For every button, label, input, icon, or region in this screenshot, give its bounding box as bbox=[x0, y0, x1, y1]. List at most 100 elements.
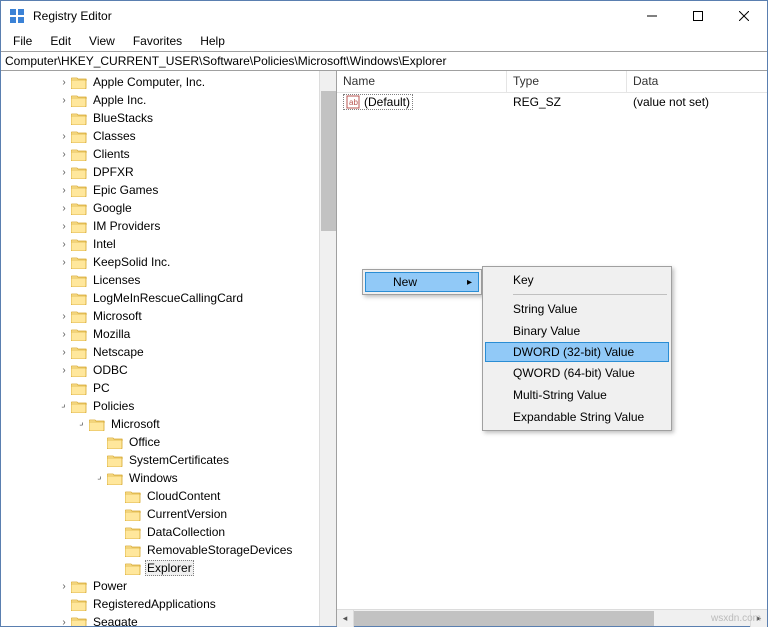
chevron-right-icon: ▸ bbox=[467, 277, 472, 288]
tree-item[interactable]: ›IM Providers bbox=[3, 217, 336, 235]
context-submenu-new[interactable]: Key String ValueBinary ValueDWORD (32-bit… bbox=[482, 266, 672, 431]
tree-item[interactable]: ›DPFXR bbox=[3, 163, 336, 181]
tree-item-label: Clients bbox=[91, 147, 132, 161]
chevron-right-icon[interactable]: › bbox=[57, 581, 71, 592]
tree-item[interactable]: LogMeInRescueCallingCard bbox=[3, 289, 336, 307]
menu-view[interactable]: View bbox=[81, 32, 123, 50]
tree-item-label: Microsoft bbox=[109, 417, 162, 431]
tree-item[interactable]: › Microsoft bbox=[3, 415, 336, 433]
folder-icon bbox=[71, 238, 87, 251]
string-value-icon: ab bbox=[346, 95, 360, 109]
hscroll-thumb[interactable] bbox=[354, 611, 654, 626]
tree-item-label: Intel bbox=[91, 237, 118, 251]
address-bar[interactable]: Computer\HKEY_CURRENT_USER\Software\Poli… bbox=[1, 51, 767, 71]
chevron-right-icon[interactable]: › bbox=[57, 203, 71, 214]
tree-item[interactable]: Licenses bbox=[3, 271, 336, 289]
chevron-right-icon[interactable]: › bbox=[57, 131, 71, 142]
tree-item[interactable]: RegisteredApplications bbox=[3, 595, 336, 613]
folder-icon bbox=[89, 418, 105, 431]
submenu-item[interactable]: Binary Value bbox=[485, 320, 669, 342]
tree-item[interactable]: ›Microsoft bbox=[3, 307, 336, 325]
chevron-down-icon[interactable]: › bbox=[57, 401, 71, 412]
list-header[interactable]: Name Type Data bbox=[337, 71, 767, 93]
chevron-right-icon[interactable]: › bbox=[57, 311, 71, 322]
hscroll-track[interactable] bbox=[354, 610, 750, 626]
tree-item[interactable]: SystemCertificates bbox=[3, 451, 336, 469]
svg-text:ab: ab bbox=[349, 98, 358, 107]
maximize-button[interactable] bbox=[675, 1, 721, 30]
tree-item-label: RegisteredApplications bbox=[91, 597, 218, 611]
title-bar: Registry Editor bbox=[1, 1, 767, 31]
chevron-right-icon[interactable]: › bbox=[57, 365, 71, 376]
folder-icon bbox=[71, 94, 87, 107]
tree-item-label: ODBC bbox=[91, 363, 130, 377]
tree-item[interactable]: ›Epic Games bbox=[3, 181, 336, 199]
hscroll-left-arrow[interactable]: ◂ bbox=[337, 610, 354, 627]
submenu-item[interactable]: Key bbox=[485, 269, 669, 291]
chevron-right-icon[interactable]: › bbox=[57, 95, 71, 106]
chevron-right-icon[interactable]: › bbox=[57, 149, 71, 160]
tree-item[interactable]: ›Classes bbox=[3, 127, 336, 145]
context-menu-new[interactable]: New ▸ bbox=[365, 272, 479, 292]
menu-bar: FileEditViewFavoritesHelp bbox=[1, 31, 767, 51]
tree-item[interactable]: ›Power bbox=[3, 577, 336, 595]
tree-item[interactable]: ›Apple Computer, Inc. bbox=[3, 73, 336, 91]
minimize-button[interactable] bbox=[629, 1, 675, 30]
submenu-item[interactable]: Expandable String Value bbox=[485, 406, 669, 428]
folder-icon bbox=[71, 616, 87, 627]
chevron-right-icon[interactable]: › bbox=[57, 329, 71, 340]
tree-item[interactable]: CurrentVersion bbox=[3, 505, 336, 523]
col-type[interactable]: Type bbox=[507, 71, 627, 92]
context-menu-new-label: New bbox=[393, 275, 417, 289]
col-name[interactable]: Name bbox=[337, 71, 507, 92]
folder-icon bbox=[71, 202, 87, 215]
tree-item[interactable]: ›Apple Inc. bbox=[3, 91, 336, 109]
tree-item[interactable]: ›Policies bbox=[3, 397, 336, 415]
folder-icon bbox=[71, 328, 87, 341]
tree-item[interactable]: CloudContent bbox=[3, 487, 336, 505]
tree-item[interactable]: ›Windows bbox=[3, 469, 336, 487]
col-data[interactable]: Data bbox=[627, 71, 767, 92]
chevron-down-icon[interactable]: › bbox=[75, 419, 89, 430]
tree-item[interactable]: › ODBC bbox=[3, 361, 336, 379]
chevron-right-icon[interactable]: › bbox=[57, 77, 71, 88]
chevron-down-icon[interactable]: › bbox=[93, 473, 107, 484]
menu-help[interactable]: Help bbox=[192, 32, 233, 50]
menu-file[interactable]: File bbox=[5, 32, 40, 50]
folder-icon bbox=[71, 130, 87, 143]
value-name: (Default) bbox=[364, 95, 410, 109]
submenu-item[interactable]: DWORD (32-bit) Value bbox=[485, 342, 669, 362]
tree-item[interactable]: ›Google bbox=[3, 199, 336, 217]
submenu-item[interactable]: String Value bbox=[485, 298, 669, 320]
submenu-item[interactable]: Multi-String Value bbox=[485, 384, 669, 406]
chevron-right-icon[interactable]: › bbox=[57, 167, 71, 178]
submenu-item[interactable]: QWORD (64-bit) Value bbox=[485, 362, 669, 384]
chevron-right-icon[interactable]: › bbox=[57, 185, 71, 196]
menu-favorites[interactable]: Favorites bbox=[125, 32, 190, 50]
chevron-right-icon[interactable]: › bbox=[57, 239, 71, 250]
chevron-right-icon[interactable]: › bbox=[57, 347, 71, 358]
tree-item[interactable]: Office bbox=[3, 433, 336, 451]
chevron-right-icon[interactable]: › bbox=[57, 221, 71, 232]
chevron-right-icon[interactable]: › bbox=[57, 257, 71, 268]
tree-item[interactable]: ›Seagate bbox=[3, 613, 336, 626]
tree-item[interactable]: ›KeepSolid Inc. bbox=[3, 253, 336, 271]
tree-item[interactable]: ›Netscape bbox=[3, 343, 336, 361]
tree-item[interactable]: BlueStacks bbox=[3, 109, 336, 127]
tree-item[interactable]: › Intel bbox=[3, 235, 336, 253]
tree-scrollbar[interactable] bbox=[319, 71, 336, 626]
tree-item[interactable]: › Clients bbox=[3, 145, 336, 163]
tree-item[interactable]: PC bbox=[3, 379, 336, 397]
list-hscrollbar[interactable]: ◂ ▸ bbox=[337, 609, 767, 626]
tree-item[interactable]: DataCollection bbox=[3, 523, 336, 541]
tree-scroll-thumb[interactable] bbox=[321, 91, 336, 231]
registry-tree[interactable]: ›Apple Computer, Inc.›Apple Inc.BlueStac… bbox=[1, 71, 336, 626]
context-menu-parent[interactable]: New ▸ bbox=[362, 269, 482, 295]
tree-item[interactable]: ›Mozilla bbox=[3, 325, 336, 343]
chevron-right-icon[interactable]: › bbox=[57, 617, 71, 627]
close-button[interactable] bbox=[721, 1, 767, 30]
tree-item[interactable]: Explorer bbox=[3, 559, 336, 577]
list-row[interactable]: ab(Default)REG_SZ(value not set) bbox=[337, 93, 767, 111]
tree-item[interactable]: RemovableStorageDevices bbox=[3, 541, 336, 559]
menu-edit[interactable]: Edit bbox=[42, 32, 79, 50]
